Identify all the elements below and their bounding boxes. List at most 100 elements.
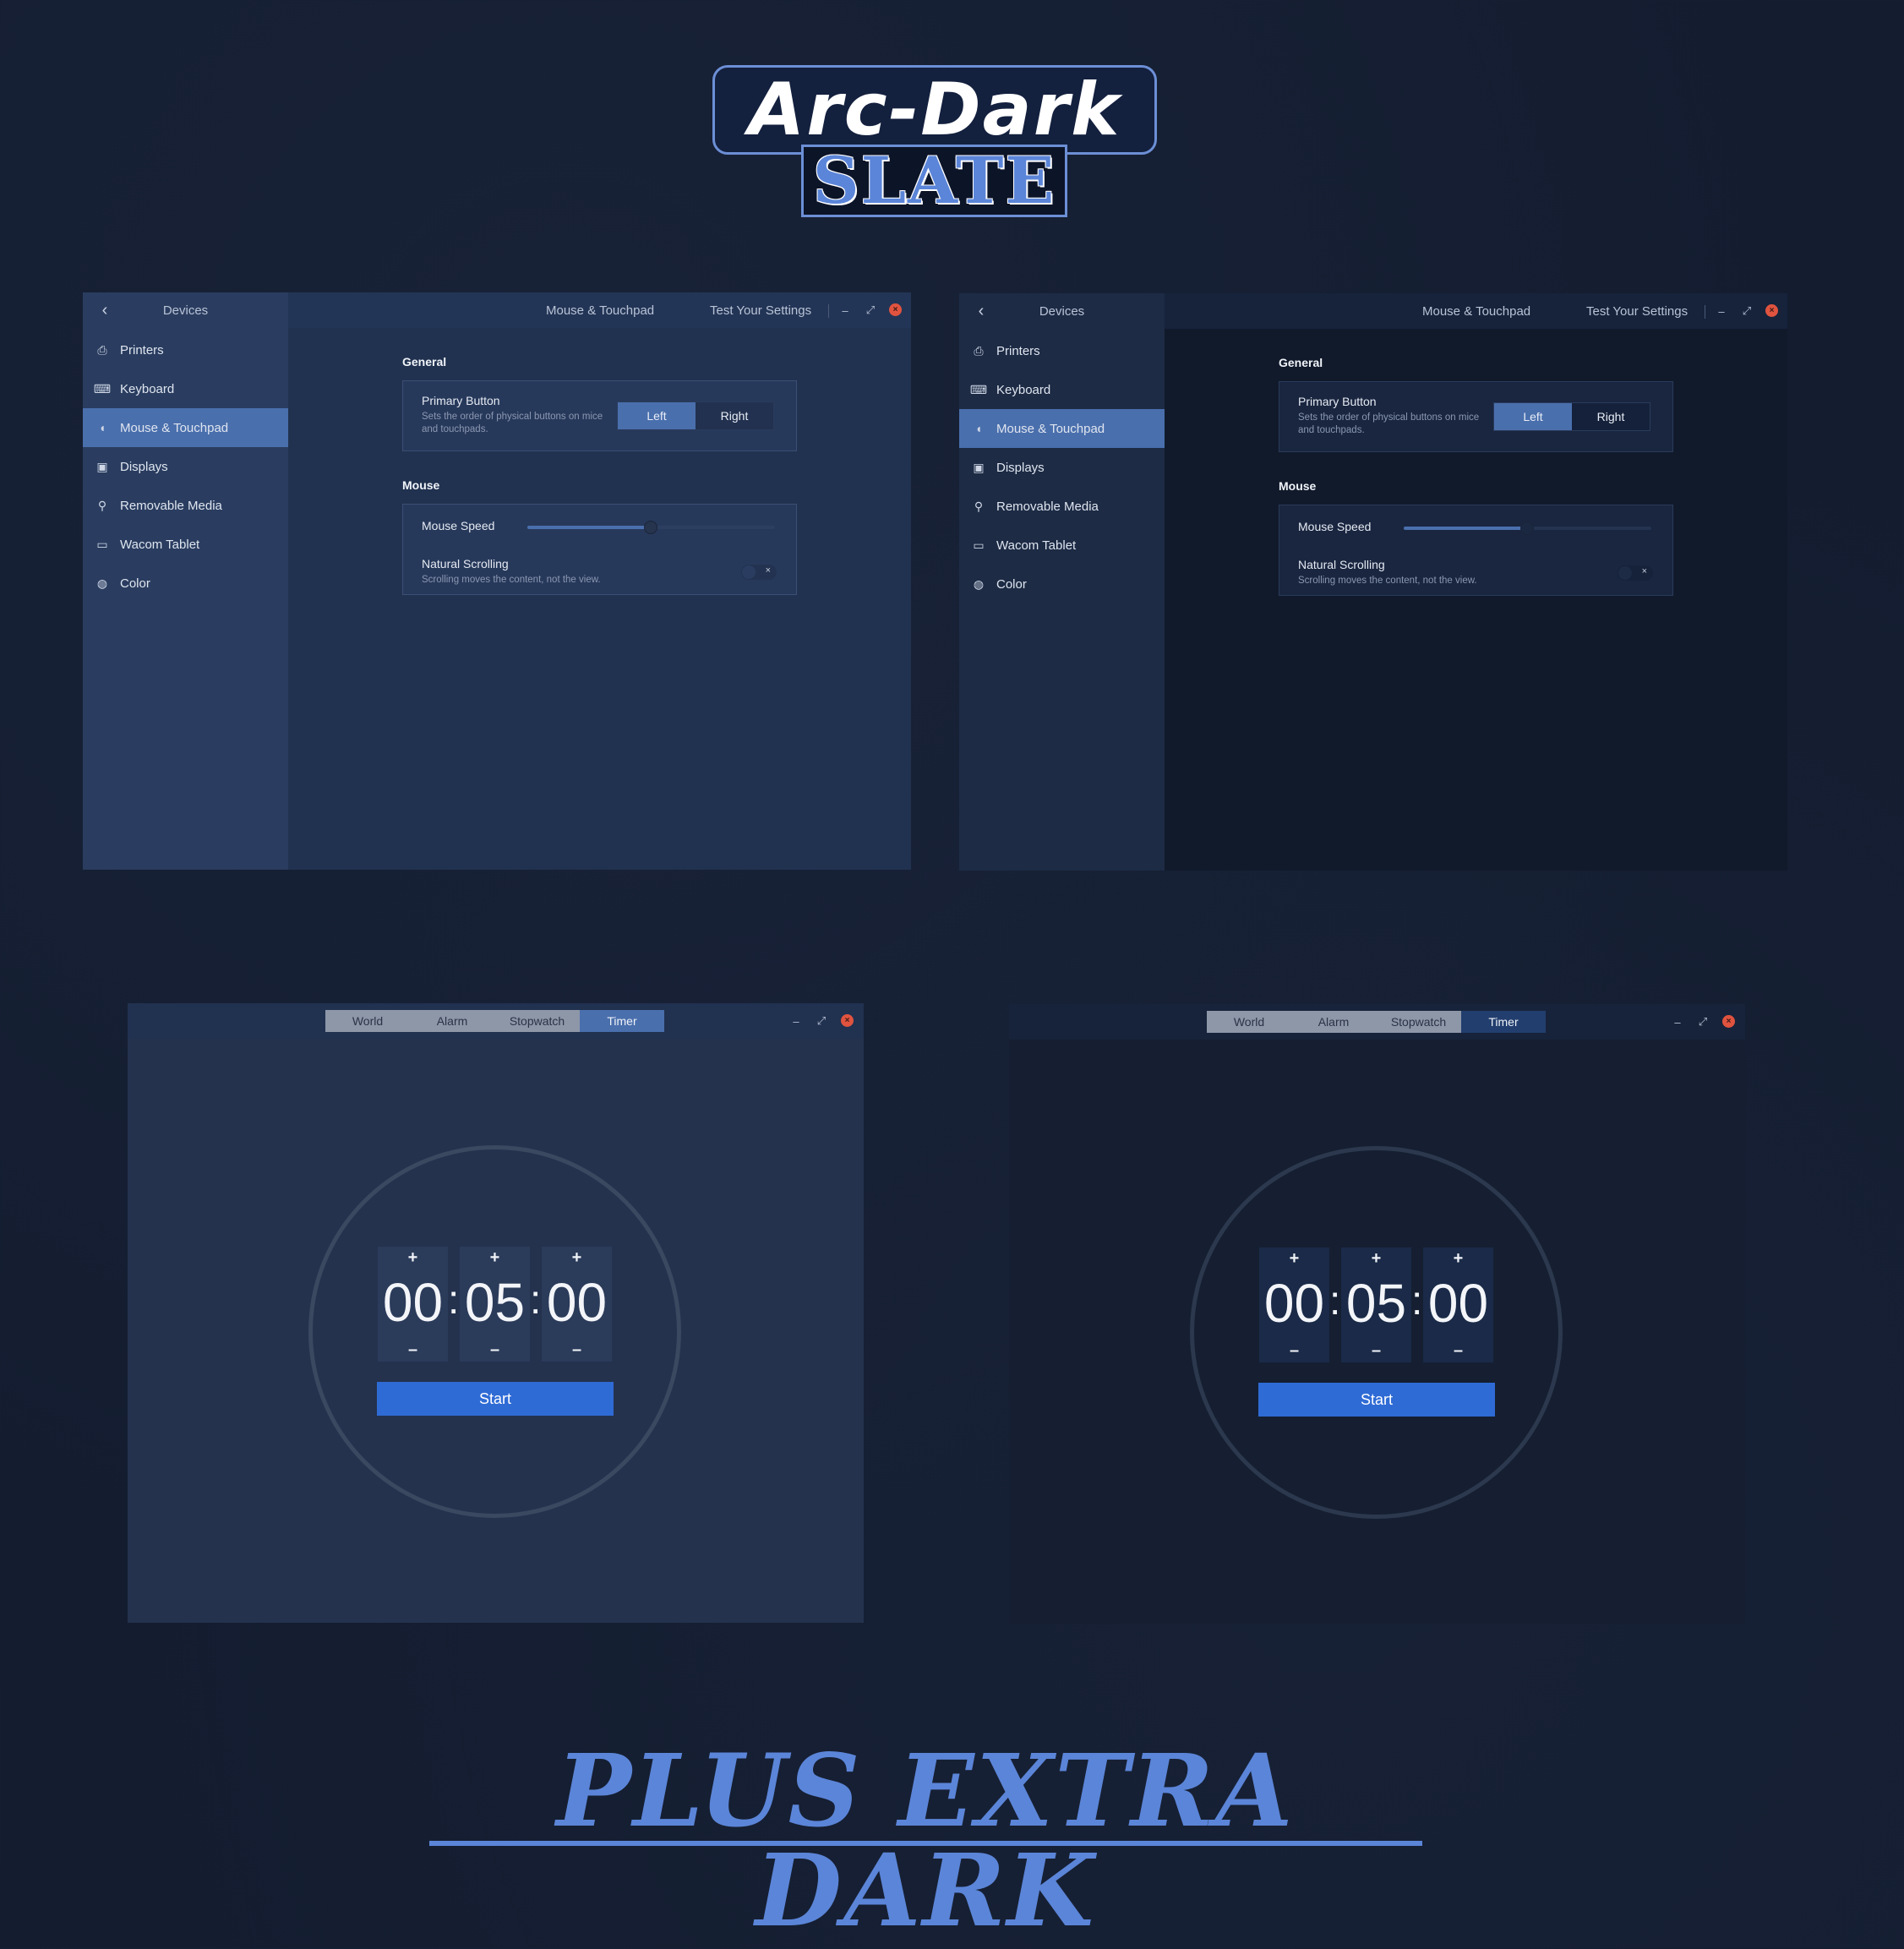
minimize-icon[interactable]: –: [837, 303, 853, 318]
hours-minus-button[interactable]: –: [378, 1340, 448, 1360]
primary-right-option[interactable]: Right: [696, 402, 773, 429]
natural-scrolling-toggle[interactable]: ×: [741, 565, 777, 580]
seconds-plus-button[interactable]: +: [542, 1248, 612, 1268]
general-heading: General: [402, 355, 447, 369]
mouse-speed-fill: [527, 526, 651, 529]
sidebar-item-label: Keyboard: [120, 381, 175, 396]
clock-tabs: World Alarm Stopwatch Timer: [325, 1010, 664, 1032]
maximize-icon[interactable]: ⤢: [1739, 303, 1754, 319]
logo-line1: Arc-Dark: [748, 68, 1121, 152]
primary-right-option[interactable]: Right: [1572, 403, 1650, 430]
tab-alarm[interactable]: Alarm: [410, 1010, 494, 1032]
tab-world[interactable]: World: [325, 1010, 410, 1032]
mouse-icon: ◖: [98, 421, 106, 434]
primary-button-title: Primary Button: [1298, 395, 1377, 408]
natural-scrolling-toggle[interactable]: ×: [1618, 565, 1653, 581]
keyboard-icon: ⌨: [969, 382, 988, 396]
hours-minus-button[interactable]: –: [1259, 1341, 1329, 1361]
mouse-speed-knob[interactable]: [1520, 521, 1534, 535]
sidebar-item-removable-media[interactable]: ⚲ Removable Media: [959, 487, 1165, 526]
mouse-heading: Mouse: [402, 478, 440, 492]
usb-icon: ⚲: [97, 498, 107, 512]
display-icon: ▣: [973, 460, 985, 474]
primary-button-switcher: Left Right: [617, 401, 774, 430]
minutes-minus-button[interactable]: –: [1341, 1341, 1411, 1361]
start-button[interactable]: Start: [377, 1382, 614, 1416]
clock-tabs: World Alarm Stopwatch Timer: [1207, 1011, 1546, 1033]
tagline-underline: [429, 1841, 1422, 1846]
printer-icon: ⎙: [974, 343, 984, 358]
tablet-icon: ▭: [96, 537, 108, 551]
toggle-off-icon: ×: [1641, 566, 1647, 576]
sidebar-item-keyboard[interactable]: ⌨ Keyboard: [83, 369, 288, 408]
sidebar-item-color[interactable]: ◍ Color: [959, 565, 1165, 603]
minutes-value: 05: [464, 1272, 526, 1333]
minutes-value: 05: [1345, 1273, 1407, 1334]
primary-left-option[interactable]: Left: [1494, 403, 1572, 430]
tab-stopwatch[interactable]: Stopwatch: [1376, 1011, 1461, 1033]
mouse-speed-knob[interactable]: [644, 521, 657, 534]
sidebar-item-wacom-tablet[interactable]: ▭ Wacom Tablet: [83, 525, 288, 564]
sidebar-item-color[interactable]: ◍ Color: [83, 564, 288, 603]
natural-scrolling-title: Natural Scrolling: [1298, 558, 1385, 571]
sidebar-item-removable-media[interactable]: ⚲ Removable Media: [83, 486, 288, 525]
sidebar-item-printers[interactable]: ⎙ Printers: [83, 330, 288, 369]
test-settings-button[interactable]: Test Your Settings: [1586, 293, 1688, 329]
maximize-icon[interactable]: ⤢: [814, 1013, 829, 1029]
primary-button-desc: Sets the order of physical buttons on mi…: [1298, 412, 1480, 435]
sidebar-item-label: Color: [996, 576, 1027, 592]
tab-stopwatch[interactable]: Stopwatch: [494, 1010, 580, 1032]
sidebar-item-mouse-touchpad[interactable]: ◖ Mouse & Touchpad: [959, 409, 1165, 448]
titlebar-separator: [828, 304, 829, 318]
sidebar-item-keyboard[interactable]: ⌨ Keyboard: [959, 370, 1165, 409]
sidebar-title: Devices: [1039, 303, 1085, 319]
sidebar-item-label: Printers: [996, 343, 1040, 358]
maximize-icon[interactable]: ⤢: [863, 303, 878, 318]
hours-value: 00: [1263, 1273, 1325, 1334]
sidebar-item-label: Displays: [996, 460, 1045, 475]
seconds-minus-button[interactable]: –: [542, 1340, 612, 1360]
logo-line2: SLATE: [812, 143, 1056, 218]
start-button[interactable]: Start: [1258, 1383, 1495, 1417]
primary-left-option[interactable]: Left: [618, 402, 696, 429]
close-icon[interactable]: ×: [1765, 304, 1778, 317]
back-icon[interactable]: ‹: [966, 293, 996, 329]
tablet-icon: ▭: [973, 538, 985, 552]
tab-world[interactable]: World: [1207, 1011, 1291, 1033]
minutes-plus-button[interactable]: +: [460, 1248, 530, 1268]
sidebar-item-label: Color: [120, 576, 150, 591]
close-icon[interactable]: ×: [1722, 1015, 1735, 1028]
colon-separator: :: [530, 1278, 542, 1323]
sidebar-item-mouse-touchpad[interactable]: ◖ Mouse & Touchpad: [83, 408, 288, 447]
settings-window-slate: ‹ Devices Mouse & Touchpad Test Your Set…: [83, 292, 911, 870]
minutes-minus-button[interactable]: –: [460, 1340, 530, 1360]
test-settings-button[interactable]: Test Your Settings: [710, 292, 811, 328]
sidebar-item-displays[interactable]: ▣ Displays: [959, 448, 1165, 487]
close-icon[interactable]: ×: [841, 1014, 854, 1027]
minimize-icon[interactable]: –: [1714, 303, 1729, 319]
sidebar-item-label: Keyboard: [996, 382, 1051, 397]
sidebar-item-displays[interactable]: ▣ Displays: [83, 447, 288, 486]
back-icon[interactable]: ‹: [90, 292, 120, 328]
sidebar-item-printers[interactable]: ⎙ Printers: [959, 331, 1165, 370]
tab-timer[interactable]: Timer: [1461, 1011, 1546, 1033]
hours-plus-button[interactable]: +: [378, 1248, 448, 1268]
settings-window-extra-dark: ‹ Devices Mouse & Touchpad Test Your Set…: [959, 293, 1787, 871]
general-heading: General: [1279, 356, 1323, 369]
seconds-plus-button[interactable]: +: [1423, 1249, 1493, 1269]
mouse-speed-fill: [1404, 527, 1527, 530]
sidebar-item-wacom-tablet[interactable]: ▭ Wacom Tablet: [959, 526, 1165, 565]
maximize-icon[interactable]: ⤢: [1695, 1014, 1710, 1029]
tab-alarm[interactable]: Alarm: [1291, 1011, 1376, 1033]
minimize-icon[interactable]: –: [1670, 1014, 1685, 1029]
minimize-icon[interactable]: –: [788, 1013, 804, 1029]
tab-timer[interactable]: Timer: [580, 1010, 664, 1032]
sidebar-header: ‹ Devices: [83, 292, 288, 328]
close-icon[interactable]: ×: [889, 303, 902, 316]
primary-button-switcher: Left Right: [1493, 402, 1650, 431]
seconds-minus-button[interactable]: –: [1423, 1341, 1493, 1361]
sidebar-item-label: Removable Media: [996, 499, 1099, 514]
window-title: Mouse & Touchpad: [1422, 303, 1531, 319]
minutes-plus-button[interactable]: +: [1341, 1249, 1411, 1269]
hours-plus-button[interactable]: +: [1259, 1249, 1329, 1269]
